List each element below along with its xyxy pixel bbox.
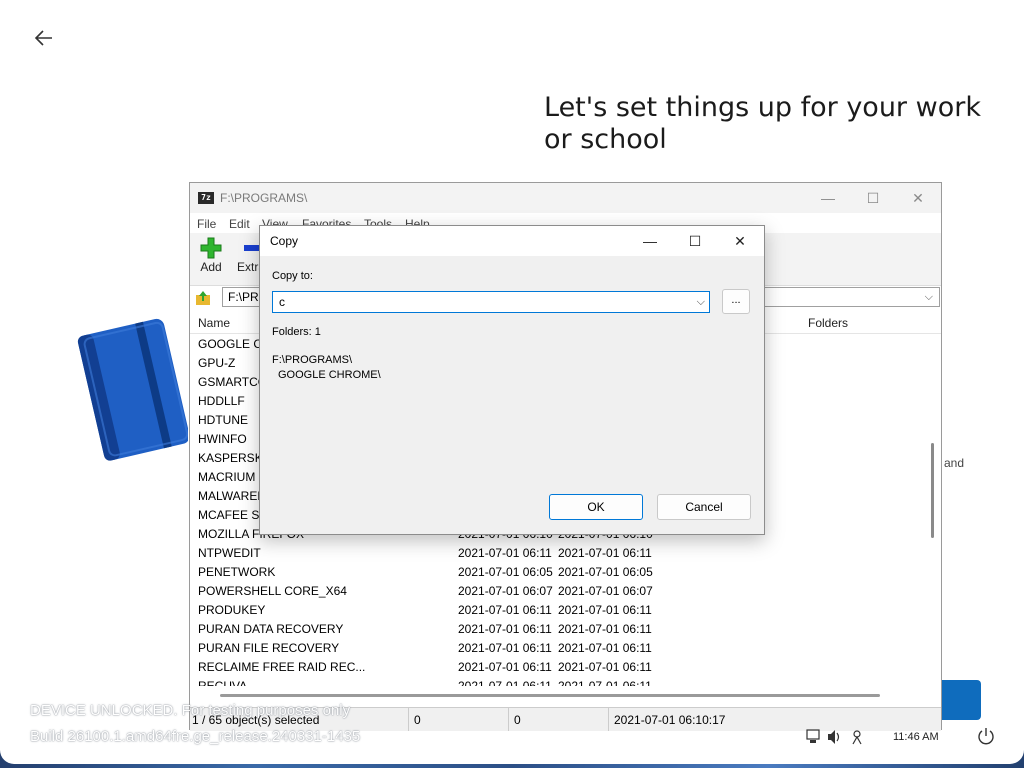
source-path-line2: GOOGLE CHROME\ xyxy=(278,369,381,381)
vertical-scrollbar[interactable] xyxy=(928,333,938,683)
row-created: 2021-07-01 06:11 xyxy=(558,622,652,636)
row-name: POWERSHELL CORE_X64 xyxy=(198,584,347,598)
destination-value: c xyxy=(279,295,285,309)
row-created: 2021-07-01 06:11 xyxy=(558,641,652,655)
table-row[interactable]: RECUVA 2021-07-01 06:11 2021-07-01 06:11 xyxy=(190,676,925,686)
ok-button[interactable]: OK xyxy=(549,494,643,520)
menu-file[interactable]: File xyxy=(197,217,216,231)
power-icon[interactable] xyxy=(976,726,996,746)
row-created: 2021-07-01 06:11 xyxy=(558,546,652,560)
row-created: 2021-07-01 06:05 xyxy=(558,565,653,579)
row-name: PENETWORK xyxy=(198,565,276,579)
oobe-title: Let's set things up for your work or sch… xyxy=(544,92,981,155)
table-row[interactable]: PURAN DATA RECOVERY 2021-07-01 06:11 2021-… xyxy=(190,619,925,638)
plus-icon xyxy=(200,237,222,259)
table-row[interactable]: POWERSHELL CORE_X64 2021-07-01 06:07 2021-… xyxy=(190,581,925,600)
watermark-line2: Build 26100.1.amd64fre.ge_release.240331… xyxy=(30,728,361,745)
row-name: MACRIUM R xyxy=(198,470,268,484)
dialog-title: Copy xyxy=(270,234,299,248)
row-modified: 2021-07-01 06:11 xyxy=(458,660,552,674)
row-modified: 2021-07-01 06:11 xyxy=(458,641,552,655)
row-name: GPU-Z xyxy=(198,356,236,370)
dialog-maximize-button[interactable]: ☐ xyxy=(675,230,715,252)
status-packed: 0 xyxy=(514,713,521,727)
7zip-app-icon: 7z xyxy=(198,192,214,204)
notebook-illustration-icon xyxy=(77,318,188,461)
row-modified: 2021-07-01 06:07 xyxy=(458,584,553,598)
cancel-button[interactable]: Cancel xyxy=(657,494,751,520)
row-modified: 2021-07-01 06:11 xyxy=(458,622,552,636)
window-titlebar[interactable]: 7z F:\PROGRAMS\ — ☐ ✕ xyxy=(190,183,941,213)
row-modified: 2021-07-01 06:11 xyxy=(458,603,552,617)
watermark-line1: DEVICE UNLOCKED. For testing purposes on… xyxy=(30,702,351,719)
add-button[interactable]: Add xyxy=(191,237,231,274)
row-modified: 2021-07-01 06:11 xyxy=(458,679,552,686)
back-arrow-icon[interactable] xyxy=(30,26,58,50)
dialog-minimize-button[interactable]: — xyxy=(630,230,670,252)
dialog-titlebar[interactable]: Copy — ☐ ✕ xyxy=(260,226,764,256)
table-row[interactable]: NTPWEDIT 2021-07-01 06:11 2021-07-01 06:11 xyxy=(190,543,925,562)
system-tray-icons[interactable] xyxy=(806,726,866,748)
oobe-page: Let's set things up for your work or sch… xyxy=(0,0,1024,764)
row-name: NTPWEDIT xyxy=(198,546,261,560)
copy-to-label: Copy to: xyxy=(272,270,313,282)
row-name: MCAFEE ST xyxy=(198,508,267,522)
menu-edit[interactable]: Edit xyxy=(229,217,250,231)
chevron-down-icon[interactable]: ⌵ xyxy=(697,292,705,312)
row-created: 2021-07-01 06:11 xyxy=(558,603,652,617)
row-modified: 2021-07-01 06:11 xyxy=(458,546,552,560)
status-size: 0 xyxy=(414,713,421,727)
row-modified: 2021-07-01 06:05 xyxy=(458,565,553,579)
row-name: PURAN DATA RECOVERY xyxy=(198,622,344,636)
window-title: F:\PROGRAMS\ xyxy=(220,191,308,205)
horizontal-scrollbar[interactable] xyxy=(220,694,880,697)
chevron-down-icon[interactable]: ⌵ xyxy=(925,288,933,306)
table-row[interactable]: PRODUKEY 2021-07-01 06:11 2021-07-01 06:11 xyxy=(190,600,925,619)
folder-up-icon[interactable] xyxy=(194,289,212,307)
browse-button[interactable]: ... xyxy=(722,289,750,314)
close-button[interactable]: ✕ xyxy=(898,187,938,209)
row-name: RECUVA xyxy=(198,679,248,686)
copy-dialog: Copy — ☐ ✕ Copy to: c ⌵ ... Folders: 1 F… xyxy=(259,225,765,535)
column-folders[interactable]: Folders xyxy=(808,316,848,330)
row-name: GSMARTCO xyxy=(198,375,268,389)
obscured-oobe-text: and xyxy=(944,456,965,470)
add-label: Add xyxy=(200,260,222,274)
row-created: 2021-07-01 06:11 xyxy=(558,679,652,686)
table-row[interactable]: PURAN FILE RECOVERY 2021-07-01 06:11 2021-… xyxy=(190,638,925,657)
row-name: MALWAREB xyxy=(198,489,266,503)
dialog-close-button[interactable]: ✕ xyxy=(720,230,760,252)
folders-count: Folders: 1 xyxy=(272,326,321,338)
minimize-button[interactable]: — xyxy=(808,187,848,209)
row-name: HDDLLF xyxy=(198,394,245,408)
row-created: 2021-07-01 06:07 xyxy=(558,584,653,598)
column-name[interactable]: Name xyxy=(198,316,230,330)
row-created: 2021-07-01 06:11 xyxy=(558,660,652,674)
destination-combo[interactable]: c ⌵ xyxy=(272,291,710,313)
row-name: HWINFO xyxy=(198,432,247,446)
row-name: RECLAIME FREE RAID REC... xyxy=(198,660,366,674)
table-row[interactable]: PENETWORK 2021-07-01 06:05 2021-07-01 06:0… xyxy=(190,562,925,581)
row-name: HDTUNE xyxy=(198,413,248,427)
source-path-line1: F:\PROGRAMS\ xyxy=(272,354,353,366)
status-date: 2021-07-01 06:10:17 xyxy=(614,713,726,727)
maximize-button[interactable]: ☐ xyxy=(853,187,893,209)
table-row[interactable]: RECLAIME FREE RAID REC... 2021-07-01 06:1… xyxy=(190,657,925,676)
row-name: PURAN FILE RECOVERY xyxy=(198,641,340,655)
clock-time[interactable]: 11:46 AM xyxy=(893,731,939,753)
row-name: PRODUKEY xyxy=(198,603,266,617)
